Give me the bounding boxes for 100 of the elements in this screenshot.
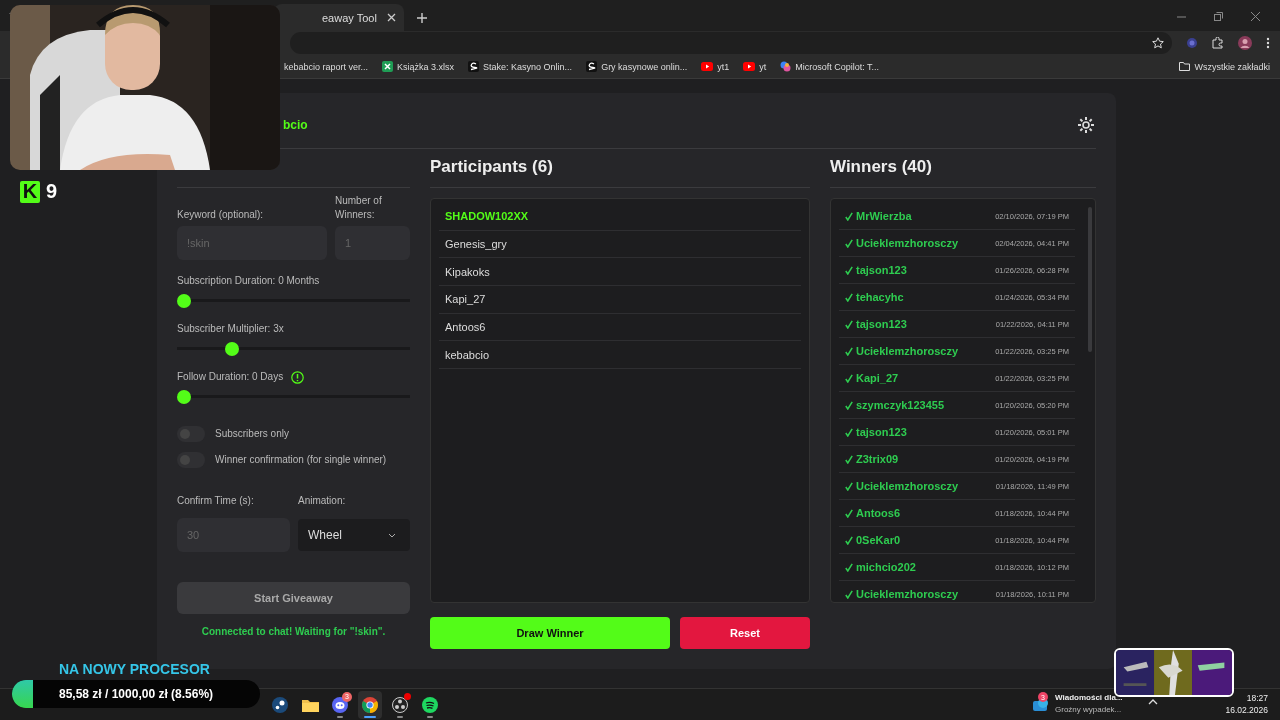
star-icon[interactable] [1152,37,1164,49]
winners-heading: Winners (40) [830,157,1096,188]
music-icon [422,696,438,713]
check-icon [845,508,853,518]
check-icon [845,589,853,599]
participants-heading: Participants (6) [430,157,810,188]
folder-icon [301,697,319,712]
toggle-label: Winner confirmation (for single winner) [215,453,387,467]
animation-label: Animation: [298,494,347,508]
news-title: Wiadomości dla... [1055,692,1123,704]
slider-thumb[interactable] [225,342,240,356]
winner-name: Antoos6 [845,507,900,519]
winner-name: michcio202 [845,561,916,573]
bookmark[interactable]: Microsoft Copilot: T... [780,61,880,72]
participant-item[interactable]: kebabcio [439,341,801,370]
reset-button[interactable]: Reset [680,617,810,649]
settings-icon[interactable] [1076,114,1096,135]
draw-winner-button[interactable]: Draw Winner [430,617,670,649]
viewer-count: 9 [46,180,58,203]
participant-item[interactable]: Kipakoks [439,258,801,287]
winners-count-label: Number of Winners: [335,194,383,222]
close-icon[interactable] [387,13,396,22]
check-icon [845,562,853,572]
check-icon [845,481,853,491]
slider-label: Follow Duration: 0 Days [177,370,284,384]
winner-name: tajson123 [845,426,907,438]
winner-name: tajson123 [845,318,907,330]
slider-label: Subscription Duration: 0 Months [177,274,320,288]
check-icon [845,373,853,383]
chevron-down-icon [388,532,396,538]
browser-tab[interactable]: eaway Tool [274,4,404,31]
goal-amount: 85,58 zł / 1000,00 zł (8.56%) [59,687,214,701]
animation-dropdown[interactable]: Wheel [298,519,410,551]
new-tab-icon[interactable] [416,12,428,24]
check-icon [845,292,853,302]
recorder-icon [392,696,408,713]
toggle-switch[interactable] [177,452,205,468]
winner-name: Ucieklemzhorosczy [845,237,959,249]
avatar-icon[interactable] [1238,36,1252,50]
extension-icon[interactable] [1186,37,1198,49]
s-logo-icon [468,61,480,72]
bookmark[interactable]: Stake: Kasyno Onlin... [468,61,573,72]
spreadsheet-icon [382,61,394,72]
winner-name: tajson123 [845,264,907,276]
winner-name: tehacyhc [845,291,904,303]
play-icon [743,62,756,71]
winner-name: Z3trix09 [845,453,899,465]
toggle-label: Subscribers only [215,427,289,441]
bookmark[interactable]: Gry kasynowe onlin... [586,61,688,72]
clock[interactable]: 18:27 16.02.2026 [1225,692,1268,716]
check-icon [845,454,853,464]
bookmark[interactable]: yt [743,61,767,72]
bookmark-folder[interactable]: Wszystkie zakładki [1179,61,1270,72]
check-icon [845,265,853,275]
chevron-up-icon[interactable] [1148,699,1158,705]
check-icon [845,427,853,437]
status-message: Connected to chat! Waiting for "!skin". [200,626,387,637]
logo: K [20,180,40,203]
winner-name: MrWierzba [845,210,912,222]
puzzle-icon[interactable] [1212,37,1224,49]
check-icon [845,319,853,329]
check-icon [845,400,853,410]
news-subtitle: Groźny wypadek... [1055,704,1123,716]
folder-icon [1179,62,1191,71]
participant-item[interactable]: Genesis_gry [439,230,801,259]
steam-icon [272,696,288,713]
check-icon [845,346,853,356]
info-icon[interactable] [291,370,305,384]
toggle-switch[interactable] [177,426,205,442]
winner-name: Ucieklemzhorosczy [845,588,959,600]
check-icon [845,211,853,221]
menu-icon[interactable] [1266,37,1270,49]
slider-thumb[interactable] [177,294,191,308]
winner-name: 0SeKar0 [845,534,901,546]
s-logo-icon [586,61,598,72]
confirm-time-label: Confirm Time (s): [177,494,255,508]
restore-icon[interactable] [1214,12,1223,21]
check-icon [845,535,853,545]
play-icon [701,62,714,71]
participant-item[interactable]: Antoos6 [439,313,801,342]
participant-item[interactable]: Kapi_27 [439,286,801,314]
goal-title: NA NOWY PROCESOR [59,661,210,677]
participant-item[interactable]: SHADOW102XX [439,203,801,231]
keyword-label: Keyword (optional): [177,208,265,222]
close-icon[interactable] [1251,12,1260,21]
tab-title: eaway Tool [321,11,377,24]
bookmark[interactable]: kebabcio raport ver... [284,61,369,72]
check-icon [845,238,853,248]
browser-icon [362,696,378,713]
winner-name: Ucieklemzhorosczy [845,345,959,357]
taskbar-app[interactable] [358,690,382,719]
game-controller-icon [332,696,348,713]
winner-name: szymczyk123455 [845,399,945,411]
bookmark[interactable]: yt1 [701,61,730,72]
bookmark[interactable]: Książka 3.xlsx [382,61,455,72]
slider-thumb[interactable] [177,390,191,404]
swirl-icon [780,61,792,72]
winner-name: Ucieklemzhorosczy [845,480,959,492]
slider-label: Subscriber Multiplier: 3x [177,322,284,336]
app-title: bcio [282,117,308,132]
